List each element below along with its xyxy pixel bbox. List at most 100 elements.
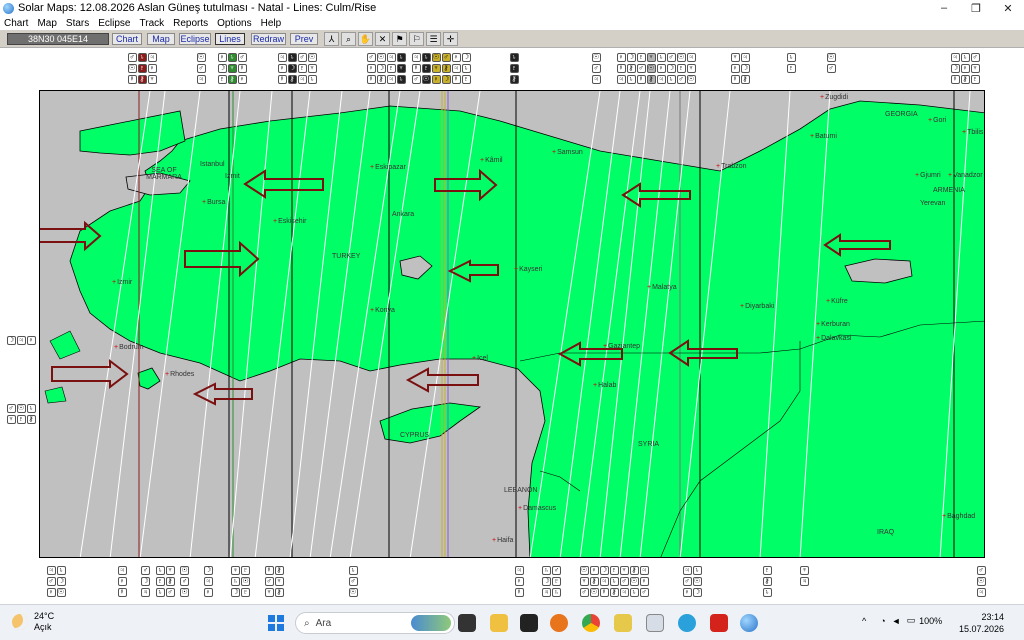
menu-map[interactable]: Map: [37, 18, 56, 29]
menu-reports[interactable]: Reports: [173, 18, 208, 29]
top-glyph-column[interactable]: ♃: [591, 75, 601, 84]
wifi-icon[interactable]: ◔: [880, 616, 885, 626]
close-button[interactable]: ✕: [992, 0, 1024, 16]
battery-icon[interactable]: ▭: [907, 615, 916, 626]
top-glyph-column[interactable]: ☿ ⚷ ♃ ♄: [366, 75, 406, 84]
left-glyph-column[interactable]: ☽ ♃ ♀: [6, 336, 36, 345]
top-glyph-column[interactable]: ☉: [591, 53, 601, 62]
top-glyph-column[interactable]: ♀ ☽ ♇ ♆ ♄ ♂ ☉ ♃: [616, 53, 696, 62]
prev-button[interactable]: Prev: [290, 33, 318, 45]
bottom-glyph-column[interactable]: ♃ ♄: [682, 566, 702, 575]
bottom-glyph-column[interactable]: ♃: [976, 588, 986, 597]
bottom-glyph-column[interactable]: ♀ ☉: [46, 588, 66, 597]
top-glyph-column[interactable]: ☿ ⚷ ♃ ♄: [277, 75, 317, 84]
telegram-icon[interactable]: [678, 614, 696, 632]
top-glyph-column[interactable]: ♆ ♃: [730, 53, 750, 62]
map-button[interactable]: Map: [147, 33, 175, 45]
top-glyph-column[interactable]: ☿ ⚷ ♇: [950, 75, 980, 84]
top-glyph-column[interactable]: ⚷: [509, 75, 519, 84]
top-glyph-column[interactable]: ♇: [786, 64, 796, 73]
top-glyph-column[interactable]: ♃ ♄ ♂ ☉: [277, 53, 317, 62]
zoom-icon[interactable]: ⌕: [341, 32, 356, 46]
bottom-glyph-column[interactable]: ♀ ☽ ♇ ⚷ ♂ ♃ ♄ ☉ ♂ ♆: [117, 577, 284, 586]
top-glyph-column[interactable]: ♄: [786, 53, 796, 62]
map-canvas[interactable]: Zugdidi GEORGIA Gori Batumi Tbilis Gjumr…: [39, 90, 985, 558]
bottom-glyph-column[interactable]: ♃ ♄: [46, 566, 66, 575]
cross-icon[interactable]: ✛: [443, 32, 458, 46]
file-explorer-icon[interactable]: [490, 614, 508, 632]
top-glyph-column[interactable]: ♂: [196, 64, 206, 73]
bottom-glyph-column[interactable]: ♂: [348, 577, 358, 586]
top-glyph-column[interactable]: ♀ ☽ ♇ ♆: [277, 64, 317, 73]
chrome-icon[interactable]: [582, 614, 600, 632]
top-glyph-column[interactable]: ♂ ☉ ♀ ☽ ☿ ♇: [411, 75, 471, 84]
app-icon[interactable]: [520, 614, 538, 632]
top-glyph-column[interactable]: ☽ ♀ ♆: [950, 64, 980, 73]
bottom-glyph-column[interactable]: ♂ ☽: [46, 577, 66, 586]
clock[interactable]: 23:14 15.07.2026: [959, 611, 1004, 635]
bottom-glyph-column[interactable]: ♂ ☉: [682, 577, 702, 586]
menu-help[interactable]: Help: [261, 18, 282, 29]
flag-icon[interactable]: ⚑: [392, 32, 407, 46]
menu-options[interactable]: Options: [217, 18, 251, 29]
top-glyph-column[interactable]: ☉: [826, 53, 836, 62]
top-glyph-column[interactable]: ☿ ⚷: [730, 75, 750, 84]
search-box[interactable]: ⌕ Ara: [295, 612, 455, 634]
bottom-glyph-column[interactable]: ♃ ♄ ♂ ☉ ♀ ☽ ♇ ♆ ⚷ ♃: [514, 566, 649, 575]
speaker-icon[interactable]: ◄: [892, 616, 901, 626]
bottom-glyph-column[interactable]: ☉: [976, 577, 986, 586]
eclipse-button[interactable]: Eclipse: [179, 33, 211, 45]
top-glyph-column[interactable]: ♃: [196, 75, 206, 84]
top-glyph-column[interactable]: ☉: [196, 53, 206, 62]
minimize-button[interactable]: –: [928, 0, 960, 16]
menu-eclipse[interactable]: Eclipse: [98, 18, 130, 29]
app-icon[interactable]: [614, 614, 632, 632]
weather-widget[interactable]: 24°C Açık: [12, 611, 54, 633]
person-icon[interactable]: ⅄: [324, 32, 339, 46]
redraw-button[interactable]: Redraw: [251, 33, 286, 45]
bottom-glyph-column[interactable]: ☿ ♃ ♄ ♂ ☉ ♀ ☽ ♇ ♆ ⚷: [117, 588, 284, 597]
bottom-glyph-column[interactable]: ⚷ ♃: [762, 577, 810, 586]
top-glyph-column[interactable]: ♂ ☉ ♃ ♄: [366, 53, 406, 62]
top-glyph-column[interactable]: ☿ ♇ ♆ ⚷ ♃ ♄: [411, 64, 471, 73]
top-glyph-column[interactable]: ♀ ☽ ♇ ♆: [366, 64, 406, 73]
top-glyph-column[interactable]: ♄: [509, 53, 519, 62]
left-glyph-column[interactable]: ♂ ☉ ♄: [6, 404, 36, 413]
top-glyph-column[interactable]: ♂: [591, 64, 601, 73]
top-glyph-column[interactable]: ☽ ♆ ☿: [217, 64, 247, 73]
chart-button[interactable]: Chart: [112, 33, 142, 45]
bottom-glyph-column[interactable]: ♄: [762, 588, 772, 597]
task-view-icon[interactable]: [458, 614, 476, 632]
top-glyph-column[interactable]: ☿ ⚷ ♆: [127, 75, 157, 84]
solar-maps-icon[interactable]: [740, 614, 758, 632]
top-glyph-column[interactable]: ☿ ⚷ ♂ ☉ ♀ ☽ ♇ ♆: [616, 64, 696, 73]
crossed-tool-icon[interactable]: ✕: [375, 32, 390, 46]
bottom-glyph-column[interactable]: ♀ ☽: [682, 588, 702, 597]
top-glyph-column[interactable]: ♃ ♄ ☿ ⚷ ♃ ♄ ♂ ☉: [616, 75, 696, 84]
top-glyph-column[interactable]: ♇: [509, 64, 519, 73]
top-glyph-column[interactable]: ♂: [826, 64, 836, 73]
top-glyph-column[interactable]: ☉ ♇ ♀: [127, 64, 157, 73]
hand-icon[interactable]: ✋: [358, 32, 373, 46]
bottom-glyph-column[interactable]: ♀ ☽ ♇ ♆ ⚷ ♃ ♄ ♂ ☉ ♀: [514, 577, 649, 586]
bottom-glyph-column[interactable]: ♇ ♆: [762, 566, 810, 575]
pdf-icon[interactable]: [710, 614, 728, 632]
firefox-icon[interactable]: [550, 614, 568, 632]
menu-stars[interactable]: Stars: [66, 18, 89, 29]
bottom-glyph-column[interactable]: ☿ ♃ ♄ ♂ ☉ ☿ ⚷ ♃ ♄ ♂: [514, 588, 649, 597]
menu-track[interactable]: Track: [140, 18, 165, 29]
top-glyph-column[interactable]: ♇ ⚷ ♀: [217, 75, 247, 84]
menu-chart[interactable]: Chart: [4, 18, 28, 29]
flag2-icon[interactable]: ⚐: [409, 32, 424, 46]
left-glyph-column[interactable]: ♆ ♇ ⚷: [6, 415, 36, 424]
bottom-glyph-column[interactable]: ♃ ♂ ♄ ♆ ☉ ☽ ♀ ♇ ☿ ⚷: [117, 566, 284, 575]
maximize-button[interactable]: ❐: [960, 0, 992, 16]
bottom-glyph-column[interactable]: ♂: [976, 566, 986, 575]
top-glyph-column[interactable]: ♃ ♄ ☉ ♂ ♀ ☽: [411, 53, 471, 62]
top-glyph-column[interactable]: ♃ ♄ ♂: [950, 53, 980, 62]
lines-button[interactable]: Lines: [215, 33, 245, 45]
list-icon[interactable]: ☰: [426, 32, 441, 46]
chevron-up-icon[interactable]: ^: [862, 616, 866, 626]
bottom-glyph-column[interactable]: ♄: [348, 566, 358, 575]
app-icon[interactable]: [646, 614, 664, 632]
